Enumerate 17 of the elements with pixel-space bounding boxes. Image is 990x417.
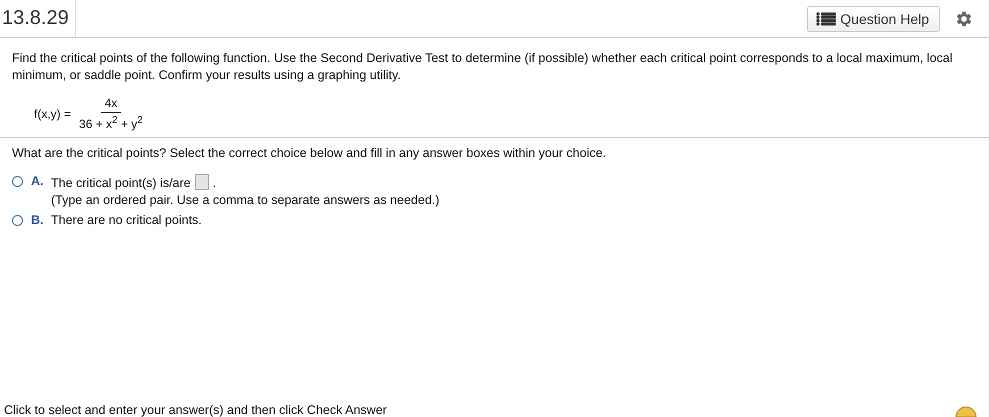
question-help-button[interactable]: Question Help [807,6,940,32]
period: . [212,176,216,190]
radio-button[interactable] [12,176,23,187]
choice-text: There are no critical points. [51,213,202,227]
numerator: 4x [100,96,122,113]
answer-hint: (Type an ordered pair. Use a comma to separate answers as needed.) [51,193,440,207]
question-prompt: Find the critical points of the following function. Use the Second Derivative Test to determine (if possible) whether each critical point corresponds to a local maximum, local minimum, or saddle point. Confirm your results using a graphing utility. [12,50,954,84]
radio-button[interactable] [12,215,23,226]
choice-letter: A. [31,174,44,188]
list-icon [816,12,836,26]
footer-instruction: Click to select and enter your answer(s) and then click Check Answer [4,403,387,417]
function-label: f(x,y) = [34,106,72,120]
problem-number: 13.8.29 [0,0,76,37]
choice-text: The critical point(s) is/are [51,176,191,190]
instruction-text: What are the critical points? Select the correct choice below and fill in any answer boxes within your choice. [12,146,608,160]
choice-letter: B. [31,213,44,227]
denominator: 36 + x$^{2}$ + y$^{2}$ [78,114,144,131]
